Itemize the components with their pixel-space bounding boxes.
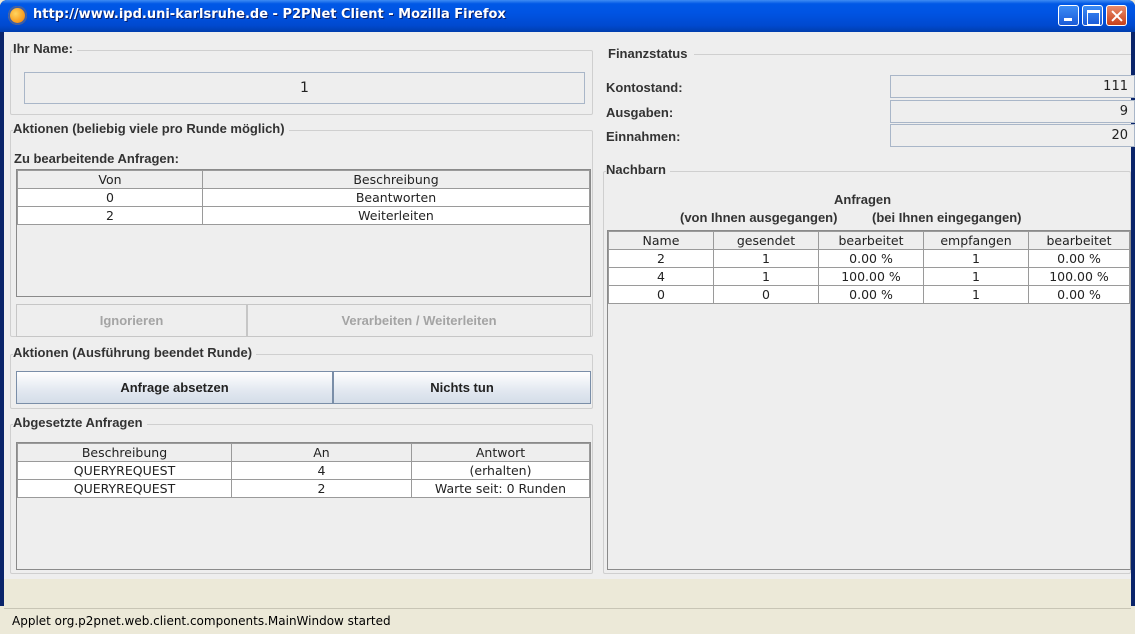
cell-beschreibung[interactable]: QUERYREQUEST xyxy=(17,461,232,480)
cell-empfangen[interactable]: 1 xyxy=(923,285,1029,304)
cell-antwort[interactable]: Warte seit: 0 Runden xyxy=(411,479,590,498)
balance-value: 111 xyxy=(890,75,1135,98)
submit-request-button[interactable]: Anfrage absetzen xyxy=(16,371,333,404)
cell-bearbeitet-out[interactable]: 100.00 % xyxy=(818,267,924,286)
income-value: 20 xyxy=(890,124,1135,147)
browser-client-area: Ihr Name: 1 Aktionen (beliebig viele pro… xyxy=(4,32,1135,634)
do-nothing-button[interactable]: Nichts tun xyxy=(333,371,591,404)
actions-any-title: Aktionen (beliebig viele pro Runde mögli… xyxy=(13,121,289,136)
close-button[interactable] xyxy=(1106,5,1127,26)
table-row[interactable]: QUERYREQUEST 2 Warte seit: 0 Runden xyxy=(17,479,590,498)
cell-an[interactable]: 2 xyxy=(231,479,412,498)
browser-window: http://www.ipd.uni-karlsruhe.de - P2PNet… xyxy=(0,0,1135,634)
col-header-beschreibung[interactable]: Beschreibung xyxy=(202,170,590,189)
cell-empfangen[interactable]: 1 xyxy=(923,249,1029,268)
cell-name[interactable]: 4 xyxy=(608,267,714,286)
title-bar[interactable]: http://www.ipd.uni-karlsruhe.de - P2PNet… xyxy=(0,0,1135,32)
cell-bearbeitet-in[interactable]: 0.00 % xyxy=(1028,285,1130,304)
name-field: 1 xyxy=(24,72,585,104)
table-row[interactable]: 0 0 0.00 % 1 0.00 % xyxy=(608,285,1130,304)
cell-bearbeitet-out[interactable]: 0.00 % xyxy=(818,249,924,268)
cell-gesendet[interactable]: 1 xyxy=(713,249,819,268)
col-header-bearbeitet-out[interactable]: bearbeitet xyxy=(818,231,924,250)
col-header-empfangen[interactable]: empfangen xyxy=(923,231,1029,250)
table-row[interactable]: QUERYREQUEST 4 (erhalten) xyxy=(17,461,590,480)
col-header-name[interactable]: Name xyxy=(608,231,714,250)
income-label: Einnahmen: xyxy=(606,129,681,144)
neighbors-subheader-out: (von Ihnen ausgegangen) xyxy=(680,210,838,225)
cell-empfangen[interactable]: 1 xyxy=(923,267,1029,286)
neighbors-title: Nachbarn xyxy=(606,162,670,177)
finance-title: Finanzstatus xyxy=(608,46,688,61)
neighbors-table: Name gesendet bearbeitet empfangen bearb… xyxy=(608,231,1130,304)
cell-gesendet[interactable]: 0 xyxy=(713,285,819,304)
balance-label: Kontostand: xyxy=(606,80,683,95)
col-header-gesendet[interactable]: gesendet xyxy=(713,231,819,250)
actions-end-title: Aktionen (Ausführung beendet Runde) xyxy=(13,345,257,360)
cell-beschreibung[interactable]: Weiterleiten xyxy=(202,206,590,225)
process-forward-button[interactable]: Verarbeiten / Weiterleiten xyxy=(247,304,591,337)
requests-to-process-label: Zu bearbeitende Anfragen: xyxy=(14,151,179,166)
cell-bearbeitet-out[interactable]: 0.00 % xyxy=(818,285,924,304)
incoming-requests-table: Von Beschreibung 0 Beantworten 2 Weiterl… xyxy=(17,170,590,225)
cell-antwort[interactable]: (erhalten) xyxy=(411,461,590,480)
col-header-bearbeitet-in[interactable]: bearbeitet xyxy=(1028,231,1130,250)
cell-von[interactable]: 2 xyxy=(17,206,203,225)
firefox-icon xyxy=(8,6,27,25)
col-header-von[interactable]: Von xyxy=(17,170,203,189)
table-row[interactable]: 2 1 0.00 % 1 0.00 % xyxy=(608,249,1130,268)
expenses-value: 9 xyxy=(890,100,1135,123)
cell-an[interactable]: 4 xyxy=(231,461,412,480)
sent-requests-table: Beschreibung An Antwort QUERYREQUEST 4 (… xyxy=(17,443,590,498)
neighbors-table-frame: Name gesendet bearbeitet empfangen bearb… xyxy=(607,230,1131,570)
col-header-antwort[interactable]: Antwort xyxy=(411,443,590,462)
name-group-title: Ihr Name: xyxy=(13,41,77,56)
sent-requests-table-frame: Beschreibung An Antwort QUERYREQUEST 4 (… xyxy=(16,442,591,570)
neighbors-subheader-in: (bei Ihnen eingegangen) xyxy=(872,210,1022,225)
minimize-button[interactable] xyxy=(1058,5,1079,26)
col-header-an[interactable]: An xyxy=(231,443,412,462)
maximize-button[interactable] xyxy=(1082,5,1103,26)
expenses-label: Ausgaben: xyxy=(606,105,674,120)
cell-von[interactable]: 0 xyxy=(17,188,203,207)
table-row[interactable]: 0 Beantworten xyxy=(17,188,590,207)
applet-panel: Ihr Name: 1 Aktionen (beliebig viele pro… xyxy=(4,32,1135,579)
cell-bearbeitet-in[interactable]: 100.00 % xyxy=(1028,267,1130,286)
cell-name[interactable]: 0 xyxy=(608,285,714,304)
cell-beschreibung[interactable]: QUERYREQUEST xyxy=(17,479,232,498)
cell-gesendet[interactable]: 1 xyxy=(713,267,819,286)
sent-requests-title: Abgesetzte Anfragen xyxy=(13,415,147,430)
table-row[interactable]: 2 Weiterleiten xyxy=(17,206,590,225)
cell-bearbeitet-in[interactable]: 0.00 % xyxy=(1028,249,1130,268)
incoming-requests-table-frame: Von Beschreibung 0 Beantworten 2 Weiterl… xyxy=(16,169,591,297)
finance-divider xyxy=(694,54,1131,55)
cell-name[interactable]: 2 xyxy=(608,249,714,268)
neighbors-header: Anfragen xyxy=(834,192,892,207)
cell-beschreibung[interactable]: Beantworten xyxy=(202,188,590,207)
ignore-button[interactable]: Ignorieren xyxy=(16,304,247,337)
window-title: http://www.ipd.uni-karlsruhe.de - P2PNet… xyxy=(33,7,506,22)
status-bar: Applet org.p2pnet.web.client.components.… xyxy=(4,608,1131,634)
col-header-beschreibung[interactable]: Beschreibung xyxy=(17,443,232,462)
table-row[interactable]: 4 1 100.00 % 1 100.00 % xyxy=(608,267,1130,286)
